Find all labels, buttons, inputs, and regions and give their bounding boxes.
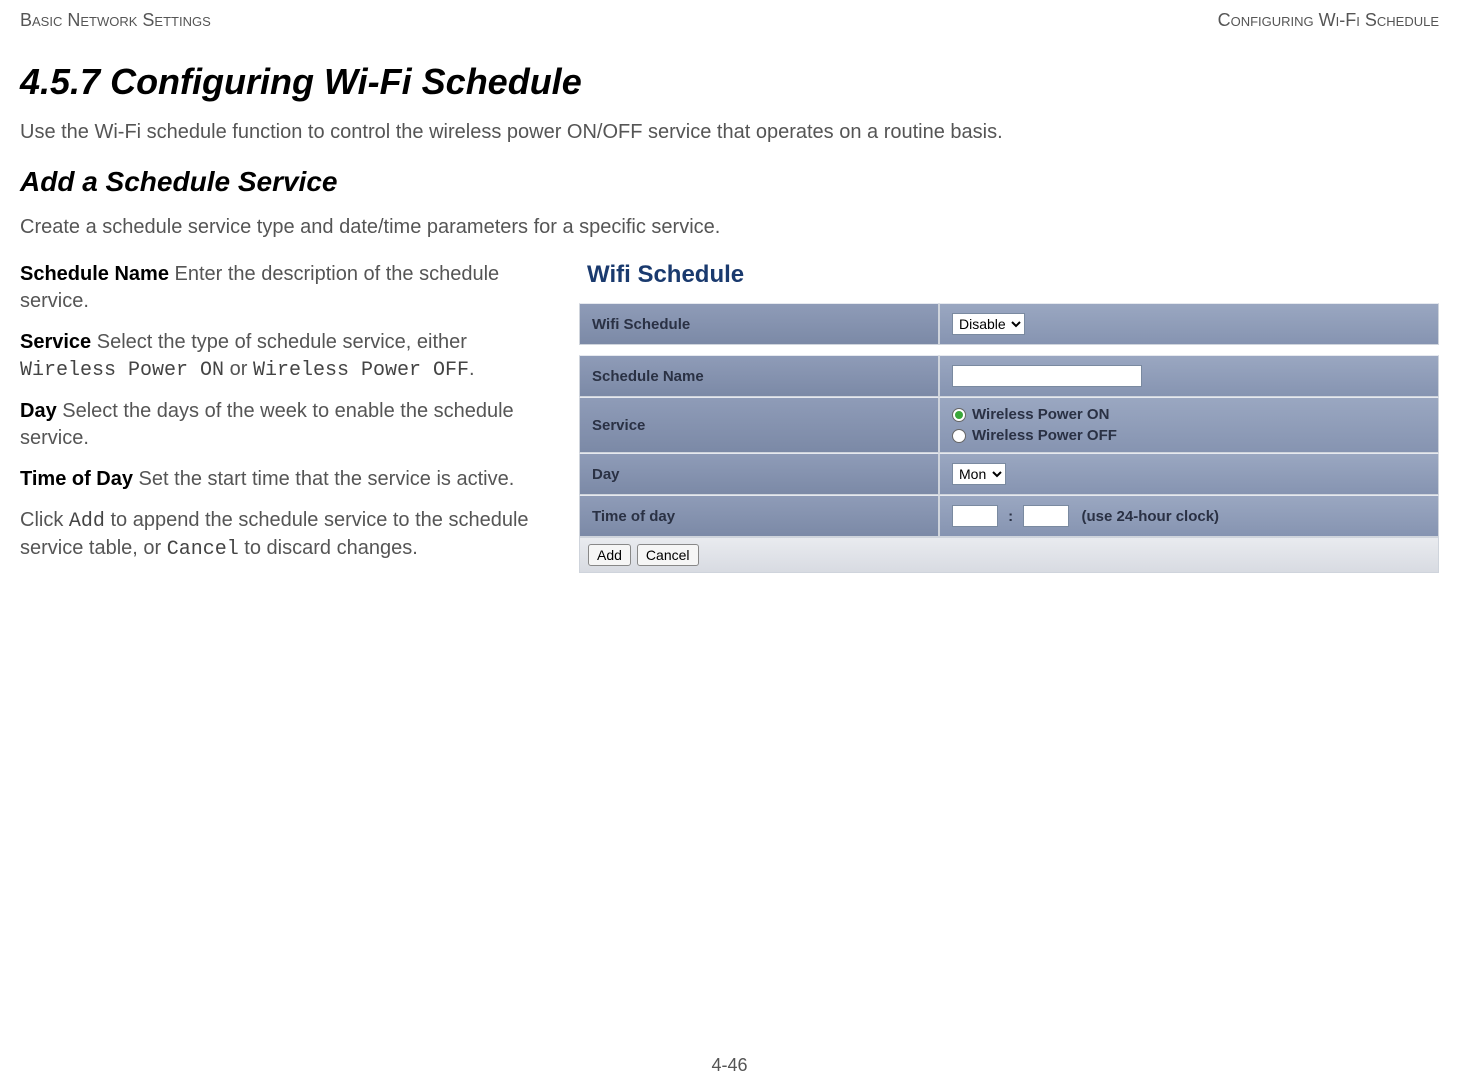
time-hour-input[interactable] <box>952 505 998 527</box>
schedule-name-input[interactable] <box>952 365 1142 387</box>
text-service-after: . <box>469 358 475 380</box>
def-schedule-name: Schedule Name Enter the description of t… <box>20 261 559 315</box>
button-bar: Add Cancel <box>579 537 1439 573</box>
def-time-of-day: Time of Day Set the start time that the … <box>20 466 559 493</box>
radio-wireless-power-on[interactable]: Wireless Power ON <box>952 406 1426 423</box>
subsection-intro: Create a schedule service type and date/… <box>20 216 1439 239</box>
section-heading: 4.5.7 Configuring Wi-Fi Schedule <box>20 61 1439 103</box>
page-footer: 4-46 <box>0 1055 1459 1076</box>
label-time-of-day: Time of day <box>579 495 939 537</box>
click-after: to discard changes. <box>239 537 418 559</box>
panel-title: Wifi Schedule <box>587 261 1439 289</box>
day-select[interactable]: Mon <box>952 463 1006 485</box>
label-service: Service <box>579 397 939 453</box>
header-right: Configuring Wi-Fi Schedule <box>1218 10 1439 31</box>
def-click-note: Click Add to append the schedule service… <box>20 507 559 563</box>
cell-time-input: : (use 24-hour clock) <box>939 495 1439 537</box>
service-option-off-text: Wireless Power OFF <box>253 359 469 382</box>
clock-note: (use 24-hour clock) <box>1082 508 1220 525</box>
row-wifi-schedule: Wifi Schedule Disable <box>579 303 1439 345</box>
label-day: Day <box>579 453 939 495</box>
click-cancel: Cancel <box>167 538 239 561</box>
time-minute-input[interactable] <box>1023 505 1069 527</box>
text-service-mid: or <box>224 358 253 380</box>
label-wifi-schedule: Wifi Schedule <box>579 303 939 345</box>
row-time-of-day: Time of day : (use 24-hour clock) <box>579 495 1439 537</box>
radio-off-icon <box>952 429 966 443</box>
text-time-of-day: Set the start time that the service is a… <box>133 468 514 490</box>
definitions-column: Schedule Name Enter the description of t… <box>20 261 559 577</box>
click-before: Click <box>20 509 69 531</box>
radio-on-label: Wireless Power ON <box>972 406 1109 423</box>
label-schedule-name: Schedule Name <box>579 355 939 397</box>
def-service: Service Select the type of schedule serv… <box>20 329 559 384</box>
wifi-schedule-select[interactable]: Disable <box>952 313 1025 335</box>
add-button[interactable]: Add <box>588 544 631 566</box>
page-header: Basic Network Settings Configuring Wi-Fi… <box>20 10 1439 31</box>
cell-schedule-name-input <box>939 355 1439 397</box>
term-schedule-name: Schedule Name <box>20 263 169 285</box>
radio-wireless-power-off[interactable]: Wireless Power OFF <box>952 427 1426 444</box>
text-service-before: Select the type of schedule service, eit… <box>91 331 467 353</box>
section-intro: Use the Wi-Fi schedule function to contr… <box>20 121 1439 144</box>
cancel-button[interactable]: Cancel <box>637 544 699 566</box>
screenshot-panel: Wifi Schedule Wifi Schedule Disable Sche… <box>579 261 1439 577</box>
click-add: Add <box>69 510 105 533</box>
subsection-heading: Add a Schedule Service <box>20 166 1439 198</box>
time-separator: : <box>1008 508 1013 525</box>
term-time-of-day: Time of Day <box>20 468 133 490</box>
def-day: Day Select the days of the week to enabl… <box>20 398 559 452</box>
radio-off-label: Wireless Power OFF <box>972 427 1117 444</box>
term-service: Service <box>20 331 91 353</box>
cell-wifi-schedule-input: Disable <box>939 303 1439 345</box>
service-option-on-text: Wireless Power ON <box>20 359 224 382</box>
cell-day-input: Mon <box>939 453 1439 495</box>
cell-service-input: Wireless Power ON Wireless Power OFF <box>939 397 1439 453</box>
header-left: Basic Network Settings <box>20 10 211 31</box>
row-gap <box>579 345 1439 355</box>
radio-on-icon <box>952 408 966 422</box>
row-day: Day Mon <box>579 453 1439 495</box>
wifi-schedule-table: Wifi Schedule Disable Schedule Name Se <box>579 303 1439 537</box>
text-day: Select the days of the week to enable th… <box>20 400 514 449</box>
row-schedule-name: Schedule Name <box>579 355 1439 397</box>
term-day: Day <box>20 400 57 422</box>
row-service: Service Wireless Power ON Wireless Power… <box>579 397 1439 453</box>
